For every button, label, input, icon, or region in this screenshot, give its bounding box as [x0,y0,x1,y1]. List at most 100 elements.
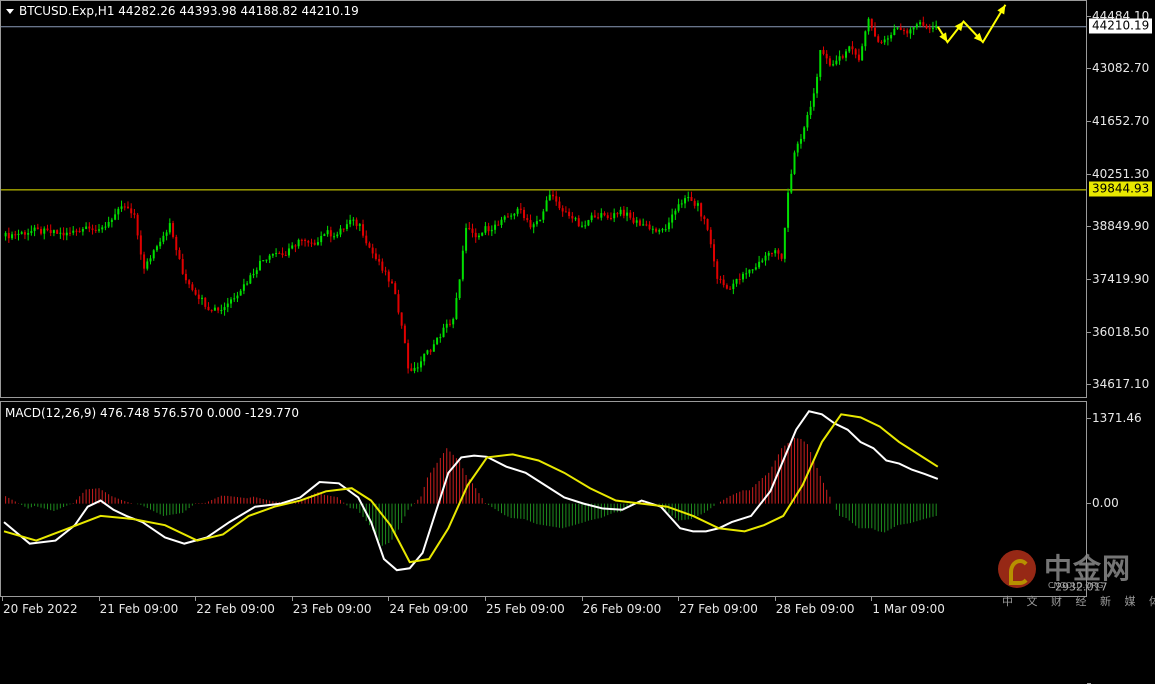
time-axis-tick [581,597,583,601]
time-axis-label: 25 Feb 09:00 [486,602,565,616]
candle [239,288,242,296]
candle [761,258,764,263]
candle [69,227,72,237]
candle [635,216,638,227]
candle [690,191,693,202]
candle [320,231,323,246]
watermark-slogan: 中 文 财 经 新 媒 体 [1002,595,1155,608]
candle [217,306,220,314]
candle [571,212,574,223]
candle [136,212,139,240]
candle [806,111,809,131]
candle [593,210,596,218]
time-axis-label: 21 Feb 09:00 [99,602,179,616]
chart-symbol-header: BTCUSD.Exp,H1 44282.26 44393.98 44188.82… [19,4,359,18]
candle [165,229,168,241]
candle [857,48,860,63]
candle [828,55,831,67]
candle [729,286,732,290]
macd-pane[interactable]: MACD(12,26,9) 476.748 576.570 0.000 -129… [0,401,1087,597]
price-axis-label: 36018.50 [1092,324,1150,339]
candle [436,337,439,346]
candle [574,216,577,222]
candle [304,238,307,247]
candle [352,217,355,226]
candle [754,263,757,271]
candle [233,292,236,302]
candle [506,213,509,218]
candle [584,220,587,229]
candle [410,363,413,372]
time-axis-label: 26 Feb 09:00 [582,602,662,616]
candle [497,220,500,226]
candle [107,216,110,229]
macd-axis-tick [1087,418,1091,420]
candle [36,223,39,230]
time-axis-label: 24 Feb 09:00 [389,602,469,616]
price-axis-tick [1087,384,1091,386]
candle [439,333,442,343]
candle [758,255,761,270]
candle [307,239,310,247]
candle [661,227,664,233]
candle [870,18,873,31]
candle [803,126,806,142]
time-axis-tick [388,597,390,601]
candle [75,228,78,236]
candle [523,207,526,221]
candle [606,212,609,220]
candle [648,221,651,231]
candle [622,206,625,219]
candle [809,100,812,119]
candle [387,269,390,288]
candle [407,339,410,374]
price-axis-tick [1087,15,1091,17]
candle [877,34,880,43]
candle [262,260,265,262]
candle [65,227,68,241]
candle [564,206,567,213]
candle [539,219,542,222]
candle [490,225,493,237]
candle [172,220,175,239]
candle [94,225,97,234]
candle [935,20,938,30]
macd-axis-label: 0.00 [1092,495,1119,510]
candle [284,251,287,257]
candle [316,237,319,246]
time-axis-tick [98,597,100,601]
candle [851,41,854,55]
candle [362,219,365,238]
candle [339,225,342,238]
candle [783,227,786,263]
candle [114,208,117,221]
candle [123,203,126,211]
candle [732,279,735,295]
candle [825,50,828,64]
candle [725,283,728,290]
candle [474,228,477,243]
candle [204,297,207,310]
candle [323,233,326,237]
chart-menu-triangle-icon[interactable] [6,9,14,14]
candle [371,243,374,259]
candle [448,319,451,327]
candle [745,267,748,279]
candle [20,230,23,235]
price-chart-pane[interactable]: BTCUSD.Exp,H1 44282.26 44393.98 44188.82… [0,0,1087,398]
candle [43,226,46,240]
candle [159,237,162,249]
candle [632,211,635,225]
candle [555,191,558,206]
macd-axis-label: 1371.46 [1092,411,1142,426]
candle [481,232,484,237]
candle [812,88,815,111]
candle [384,266,387,276]
candle [845,48,848,62]
candle [787,188,790,233]
candle [915,22,918,30]
candle [629,210,632,220]
candle [429,348,432,355]
candle [191,282,194,292]
candle [207,302,210,311]
